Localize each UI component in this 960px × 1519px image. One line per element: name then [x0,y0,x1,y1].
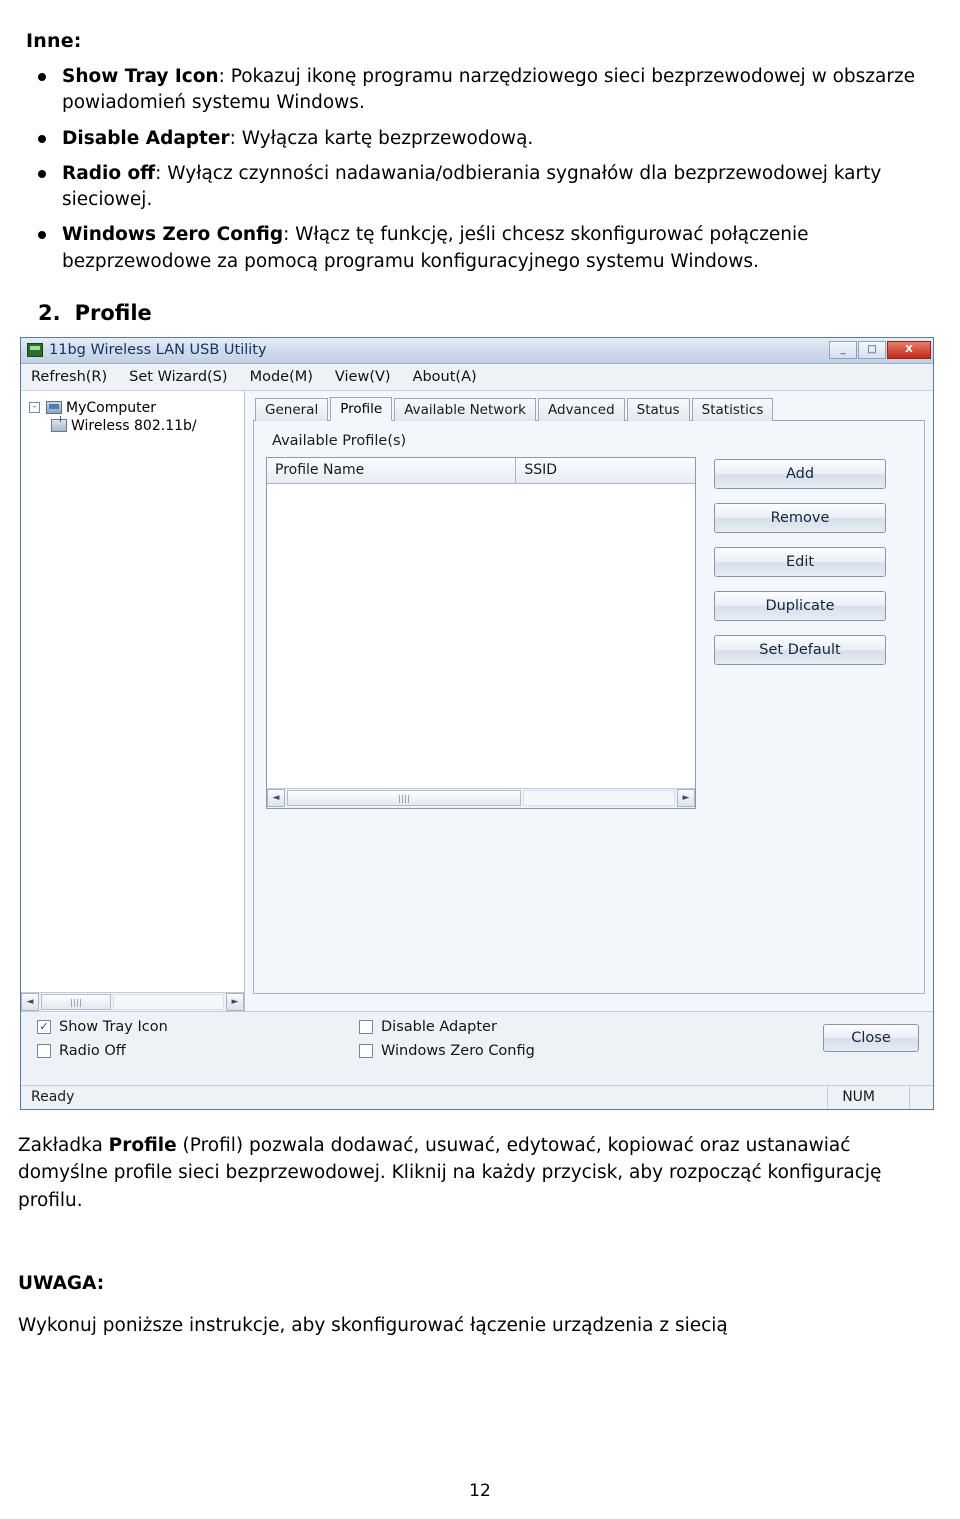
list-item: Disable Adapter: Wyłącza kartę bezprzewo… [18,126,930,152]
windows-zero-config-checkbox[interactable] [359,1043,373,1058]
profile-panel: Available Profile(s) Profile Name SSID ◄ [253,420,925,994]
options-bar: ✓ Show Tray Icon Disable Adapter Radio O… [21,1010,933,1085]
chevron-collapse-icon[interactable]: - [29,402,40,414]
grid-horizontal-scrollbar[interactable]: ◄ ► [267,787,695,808]
set-default-button[interactable]: Set Default [714,634,886,665]
note-block: UWAGA: Wykonuj poniższe instrukcje, aby … [18,1270,942,1340]
bullet-desc: : Wyłącz czynności nadawania/odbierania … [62,162,882,211]
section-number: 2. [38,300,61,325]
scrollbar-track[interactable] [523,790,675,807]
network-card-icon [51,416,67,433]
bullet-term: Disable Adapter [62,127,230,149]
tree-horizontal-scrollbar[interactable]: ◄ ► [21,991,244,1011]
show-tray-icon-label: Show Tray Icon [59,1018,168,1035]
description-paragraph: Zakładka Profile (Profil) pozwala dodawa… [18,1132,942,1214]
column-header-ssid[interactable]: SSID [516,458,695,483]
add-button[interactable]: Add [714,458,886,489]
tree-node-mycomputer[interactable]: - MyComputer [25,399,244,417]
scrollbar-thumb[interactable] [287,790,521,807]
window-controls: _ □ X [829,341,931,360]
tree-node-label: MyComputer [66,399,156,416]
scrollbar-track[interactable] [113,993,224,1010]
status-num-indicator: NUM [827,1085,909,1109]
grid-header-row: Profile Name SSID [267,457,695,484]
show-tray-icon-checkbox[interactable]: ✓ [37,1019,51,1034]
scroll-right-arrow-icon[interactable]: ► [677,789,695,808]
computer-icon [46,401,62,415]
options-row-2: Radio Off Windows Zero Config [37,1043,921,1059]
list-item: Windows Zero Config: Włącz tę funkcję, j… [18,222,930,275]
resize-grip-icon[interactable] [909,1085,929,1109]
page-number: 12 [469,1481,491,1501]
tab-profile[interactable]: Profile [330,396,393,421]
column-header-profile-name[interactable]: Profile Name [267,457,517,483]
duplicate-button[interactable]: Duplicate [714,590,886,621]
menu-item-about[interactable]: About(A) [413,369,477,385]
bullet-desc: : Wyłącza kartę bezprzewodową. [229,127,534,149]
scrollbar-thumb[interactable] [41,993,111,1010]
bullet-term: Show Tray Icon [62,66,219,87]
statusbar: Ready NUM [21,1084,933,1109]
page-title: 2. Profile [38,301,960,325]
window-titlebar: 11bg Wireless LAN USB Utility _ □ X [21,337,933,364]
maximize-button[interactable]: □ [858,341,886,360]
note-heading: UWAGA: [18,1272,105,1294]
menu-item-set-wizard[interactable]: Set Wizard(S) [129,369,227,385]
windows-zero-config-label: Windows Zero Config [381,1042,535,1059]
disable-adapter-label: Disable Adapter [381,1018,497,1035]
tab-statistics[interactable]: Statistics [691,397,774,421]
scroll-right-arrow-icon[interactable]: ► [226,992,244,1011]
tab-panel: General Profile Available Network Advanc… [245,390,933,1011]
section-title: Profile [74,300,152,325]
minimize-button[interactable]: _ [829,341,857,360]
section-other-heading: Inne: [26,30,82,52]
menu-item-mode[interactable]: Mode(M) [250,369,313,385]
window-title: 11bg Wireless LAN USB Utility [49,342,267,359]
device-tree-pane: - MyComputer Wireless 802.11b/ ◄ ► [21,390,245,1011]
disable-adapter-checkbox[interactable] [359,1019,373,1034]
bullet-term: Radio off [62,162,156,184]
scroll-left-arrow-icon[interactable]: ◄ [267,789,285,808]
available-profiles-label: Available Profile(s) [272,432,407,449]
radio-off-label: Radio Off [59,1042,126,1059]
radio-off-checkbox[interactable] [37,1043,51,1058]
screenshot-figure: 11bg Wireless LAN USB Utility _ □ X Refr… [20,336,934,1110]
remove-button[interactable]: Remove [714,502,886,533]
bullet-term: Windows Zero Config [62,224,284,246]
note-text: Wykonuj poniższe instrukcje, aby skonfig… [18,1314,728,1336]
feature-bullet-list: Show Tray Icon: Pokazuj ikonę programu n… [18,64,930,275]
list-item: Show Tray Icon: Pokazuj ikonę programu n… [18,64,930,117]
close-window-button[interactable]: X [887,341,931,360]
profile-list-grid[interactable]: Profile Name SSID ◄ ► [266,456,696,809]
tab-status[interactable]: Status [626,397,690,421]
status-text: Ready [31,1089,75,1106]
intro-text-block: Inne: Show Tray Icon: Pokazuj ikonę prog… [0,0,960,275]
window-body: - MyComputer Wireless 802.11b/ ◄ ► Gener… [21,390,933,1011]
tree-node-adapter[interactable]: Wireless 802.11b/ [25,416,244,435]
document-page: Inne: Show Tray Icon: Pokazuj ikonę prog… [0,0,960,1519]
scroll-left-arrow-icon[interactable]: ◄ [21,992,39,1011]
tab-general[interactable]: General [255,397,329,421]
paragraph-text: Zakładka Profile (Profil) pozwala dodawa… [18,1134,882,1211]
menubar: Refresh(R) Set Wizard(S) Mode(M) View(V)… [21,363,933,391]
tab-available-network[interactable]: Available Network [394,397,536,421]
list-item: Radio off: Wyłącz czynności nadawania/od… [18,161,930,214]
tree-node-label: Wireless 802.11b/ [71,417,197,434]
menu-item-view[interactable]: View(V) [335,369,391,385]
utility-window: 11bg Wireless LAN USB Utility _ □ X Refr… [20,336,934,1110]
tab-advanced[interactable]: Advanced [537,397,625,421]
wireless-adapter-icon [27,343,43,358]
close-button[interactable]: Close [823,1023,919,1052]
edit-button[interactable]: Edit [714,546,886,577]
profile-actions: Add Remove Edit Duplicate Set Default [714,457,886,809]
tab-strip: General Profile Available Network Advanc… [253,396,925,421]
options-row-1: ✓ Show Tray Icon Disable Adapter [37,1019,921,1035]
menu-item-refresh[interactable]: Refresh(R) [31,369,107,385]
